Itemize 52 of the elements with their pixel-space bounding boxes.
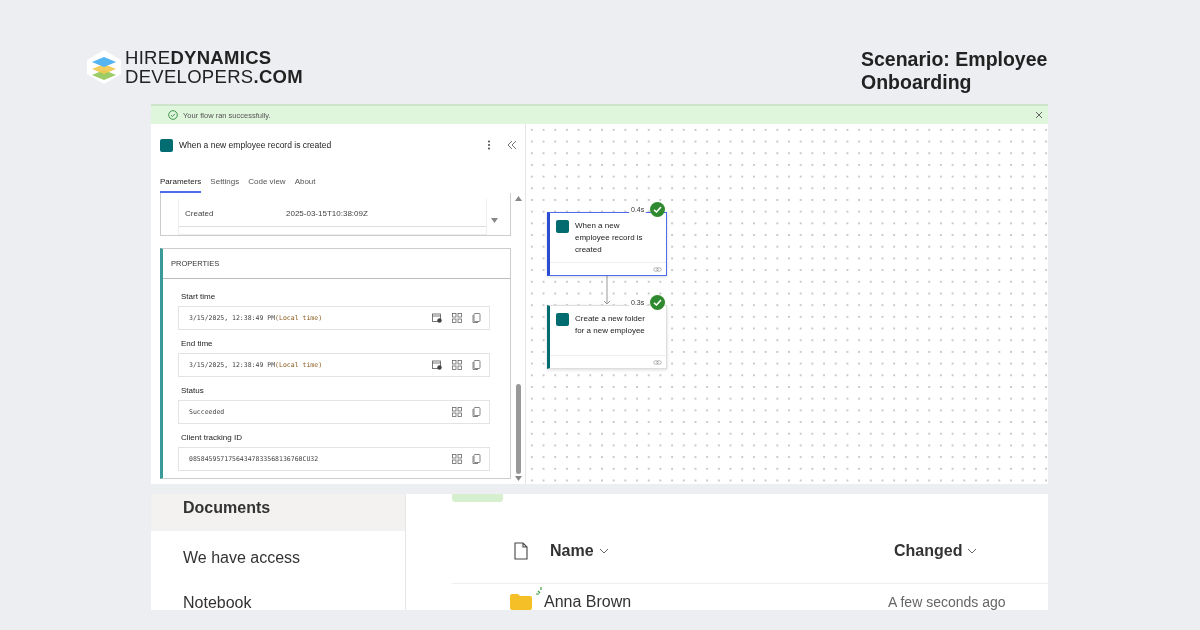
scrollbar-thumb[interactable] [515,384,521,474]
scroll-up-icon[interactable] [514,196,522,201]
tab[interactable]: About [294,177,316,193]
tab[interactable]: Code view [248,177,286,193]
grid-icon[interactable] [452,360,462,370]
calendar-icon[interactable] [432,360,442,370]
tab[interactable]: Settings [210,177,240,193]
property-label: Status [180,385,205,397]
nav-item[interactable]: We have access [151,539,405,576]
column-header[interactable]: Changed [894,542,978,560]
calendar-icon[interactable] [432,313,442,323]
copy-icon[interactable] [472,407,481,417]
scroll-down-icon[interactable] [514,476,522,481]
column-header[interactable]: Name [550,542,894,560]
flow-node[interactable]: When a new employee record is created [547,212,667,276]
tab[interactable]: Parameters [160,177,202,193]
status-tag [452,494,503,502]
link-icon [653,266,662,272]
property-label: Start time [180,291,217,303]
nav-item[interactable]: Notebook [151,584,405,610]
grid-icon[interactable] [452,454,462,464]
flow-node[interactable]: Create a new folder for a new employee [547,305,667,369]
link-icon [653,359,662,365]
grid-icon[interactable] [452,313,462,323]
file-icon [514,542,528,560]
copy-icon[interactable] [472,360,481,370]
output-value: 2025-03-15T10:38:09Z [286,209,368,218]
logo-text: DEVELOPERS.COM [125,67,303,86]
copy-icon[interactable] [472,454,481,464]
grid-icon[interactable] [452,407,462,417]
close-icon[interactable] [1035,111,1043,119]
scenario-title: Scenario: Employee Onboarding [861,48,1049,95]
property-label: End time [180,338,214,350]
nav-item[interactable]: Documents [151,494,405,531]
check-icon [168,110,178,120]
node-title: When a new employee record is created [575,220,644,256]
logo-icon [86,49,122,85]
panel-title: When a new employee record is created [179,140,333,150]
modified-time: A few seconds ago [888,594,1006,610]
property-label: Client tracking ID [180,432,243,444]
connector-arrow [603,276,611,306]
node-title: Create a new folder for a new employee [575,313,646,337]
more-icon[interactable] [487,140,491,150]
scroll-down-icon[interactable] [491,218,498,223]
folder-icon [510,594,532,610]
logo-text: HIREDYNAMICS [125,48,273,67]
file-name[interactable]: Anna Brown [544,593,632,610]
collapse-icon[interactable] [507,140,517,150]
copy-icon[interactable] [472,313,481,323]
chevron-icon [598,548,609,554]
output-name: Created [185,209,215,218]
chevron-icon [967,548,978,554]
